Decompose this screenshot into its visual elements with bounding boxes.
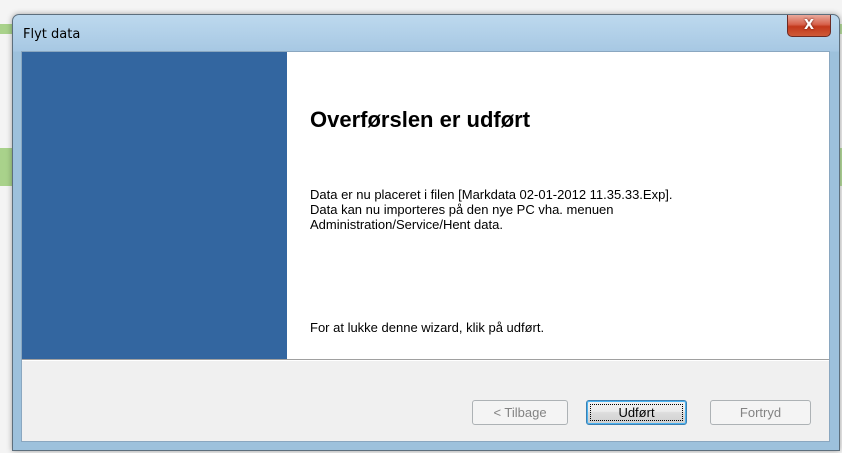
footer-instruction: For at lukke denne wizard, klik på udfør… bbox=[310, 320, 545, 335]
button-area-divider bbox=[22, 359, 829, 361]
wizard-window: Flyt data X Overførslen er udført Data e… bbox=[12, 14, 840, 451]
cancel-button[interactable]: Fortryd bbox=[710, 400, 811, 425]
finish-button[interactable]: Udført bbox=[586, 400, 687, 425]
close-button[interactable]: X bbox=[787, 15, 831, 37]
message-line-1: Data er nu placeret i filen [Markdata 02… bbox=[310, 187, 673, 202]
wizard-client-area: Overførslen er udført Data er nu placere… bbox=[21, 51, 830, 442]
close-icon: X bbox=[803, 18, 815, 33]
message-line-2: Data kan nu importeres på den nye PC vha… bbox=[310, 202, 614, 217]
window-title: Flyt data bbox=[23, 27, 81, 42]
message-line-3: Administration/Service/Hent data. bbox=[310, 217, 503, 232]
title-bar[interactable]: Flyt data X bbox=[13, 15, 839, 51]
wizard-side-panel bbox=[22, 52, 287, 359]
back-button[interactable]: < Tilbage bbox=[472, 400, 568, 425]
focus-rectangle bbox=[590, 404, 683, 421]
page-title: Overførslen er udført bbox=[310, 107, 531, 132]
